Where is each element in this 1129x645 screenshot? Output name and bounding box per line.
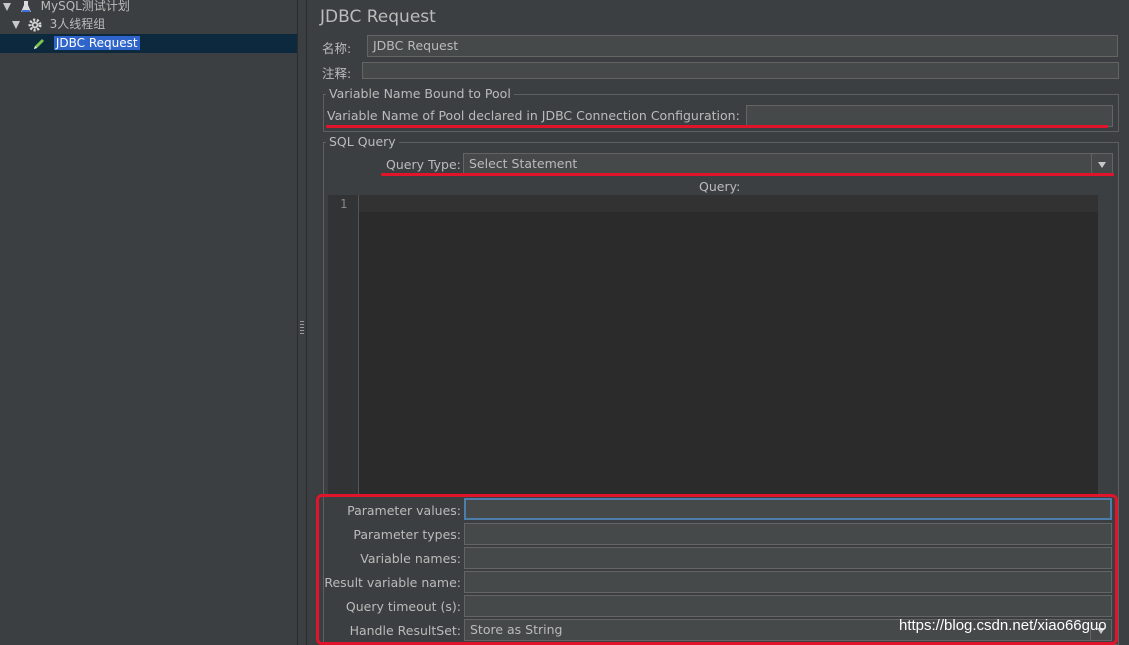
name-label: 名称: bbox=[322, 41, 352, 56]
query-type-label: Query Type: bbox=[386, 157, 461, 172]
annotation-underline bbox=[381, 173, 1114, 176]
tree-item-label: JDBC Request bbox=[53, 36, 140, 50]
editor-gutter: 1 bbox=[328, 195, 359, 495]
test-plan-icon bbox=[20, 0, 31, 12]
editor-current-line bbox=[359, 195, 1098, 212]
pool-variable-label: Variable Name of Pool declared in JDBC C… bbox=[327, 108, 740, 123]
tree-item-jdbc-request[interactable]: JDBC Request bbox=[32, 34, 140, 52]
jdbc-request-panel: JDBC Request 名称: JDBC Request 注释: Variab… bbox=[308, 0, 1129, 645]
tree-item-thread-group[interactable]: 3人线程组 bbox=[12, 15, 105, 33]
name-field[interactable]: JDBC Request bbox=[367, 35, 1118, 57]
splitter-grip-icon[interactable] bbox=[300, 321, 304, 335]
chevron-down-icon[interactable] bbox=[1091, 154, 1112, 174]
tree-item-label: MySQL测试计划 bbox=[40, 0, 130, 13]
gear-icon bbox=[28, 18, 42, 31]
tree-item-label: 3人线程组 bbox=[49, 17, 106, 31]
test-plan-tree: MySQL测试计划 3人线程组 JDBC Request bbox=[0, 0, 297, 645]
expand-arrow-icon[interactable] bbox=[3, 2, 11, 11]
expand-arrow-icon[interactable] bbox=[12, 20, 20, 29]
query-type-value: Select Statement bbox=[469, 156, 578, 171]
comment-label: 注释: bbox=[322, 66, 352, 81]
comment-field[interactable] bbox=[362, 62, 1119, 79]
tree-item-test-plan[interactable]: MySQL测试计划 bbox=[3, 0, 130, 15]
pencil-icon bbox=[34, 38, 44, 49]
panel-splitter[interactable] bbox=[297, 0, 307, 645]
pool-variable-field[interactable] bbox=[746, 105, 1113, 127]
sql-query-group-title: SQL Query bbox=[326, 134, 399, 149]
query-type-select[interactable]: Select Statement bbox=[463, 153, 1113, 175]
page-title: JDBC Request bbox=[320, 7, 436, 27]
watermark: https://blog.csdn.net/xiao66guo bbox=[899, 617, 1107, 634]
annotation-underline bbox=[326, 125, 1108, 128]
query-label: Query: bbox=[699, 179, 741, 194]
pool-group-title: Variable Name Bound to Pool bbox=[326, 86, 514, 101]
query-editor[interactable]: 1 bbox=[328, 195, 1098, 495]
line-number: 1 bbox=[340, 197, 348, 211]
